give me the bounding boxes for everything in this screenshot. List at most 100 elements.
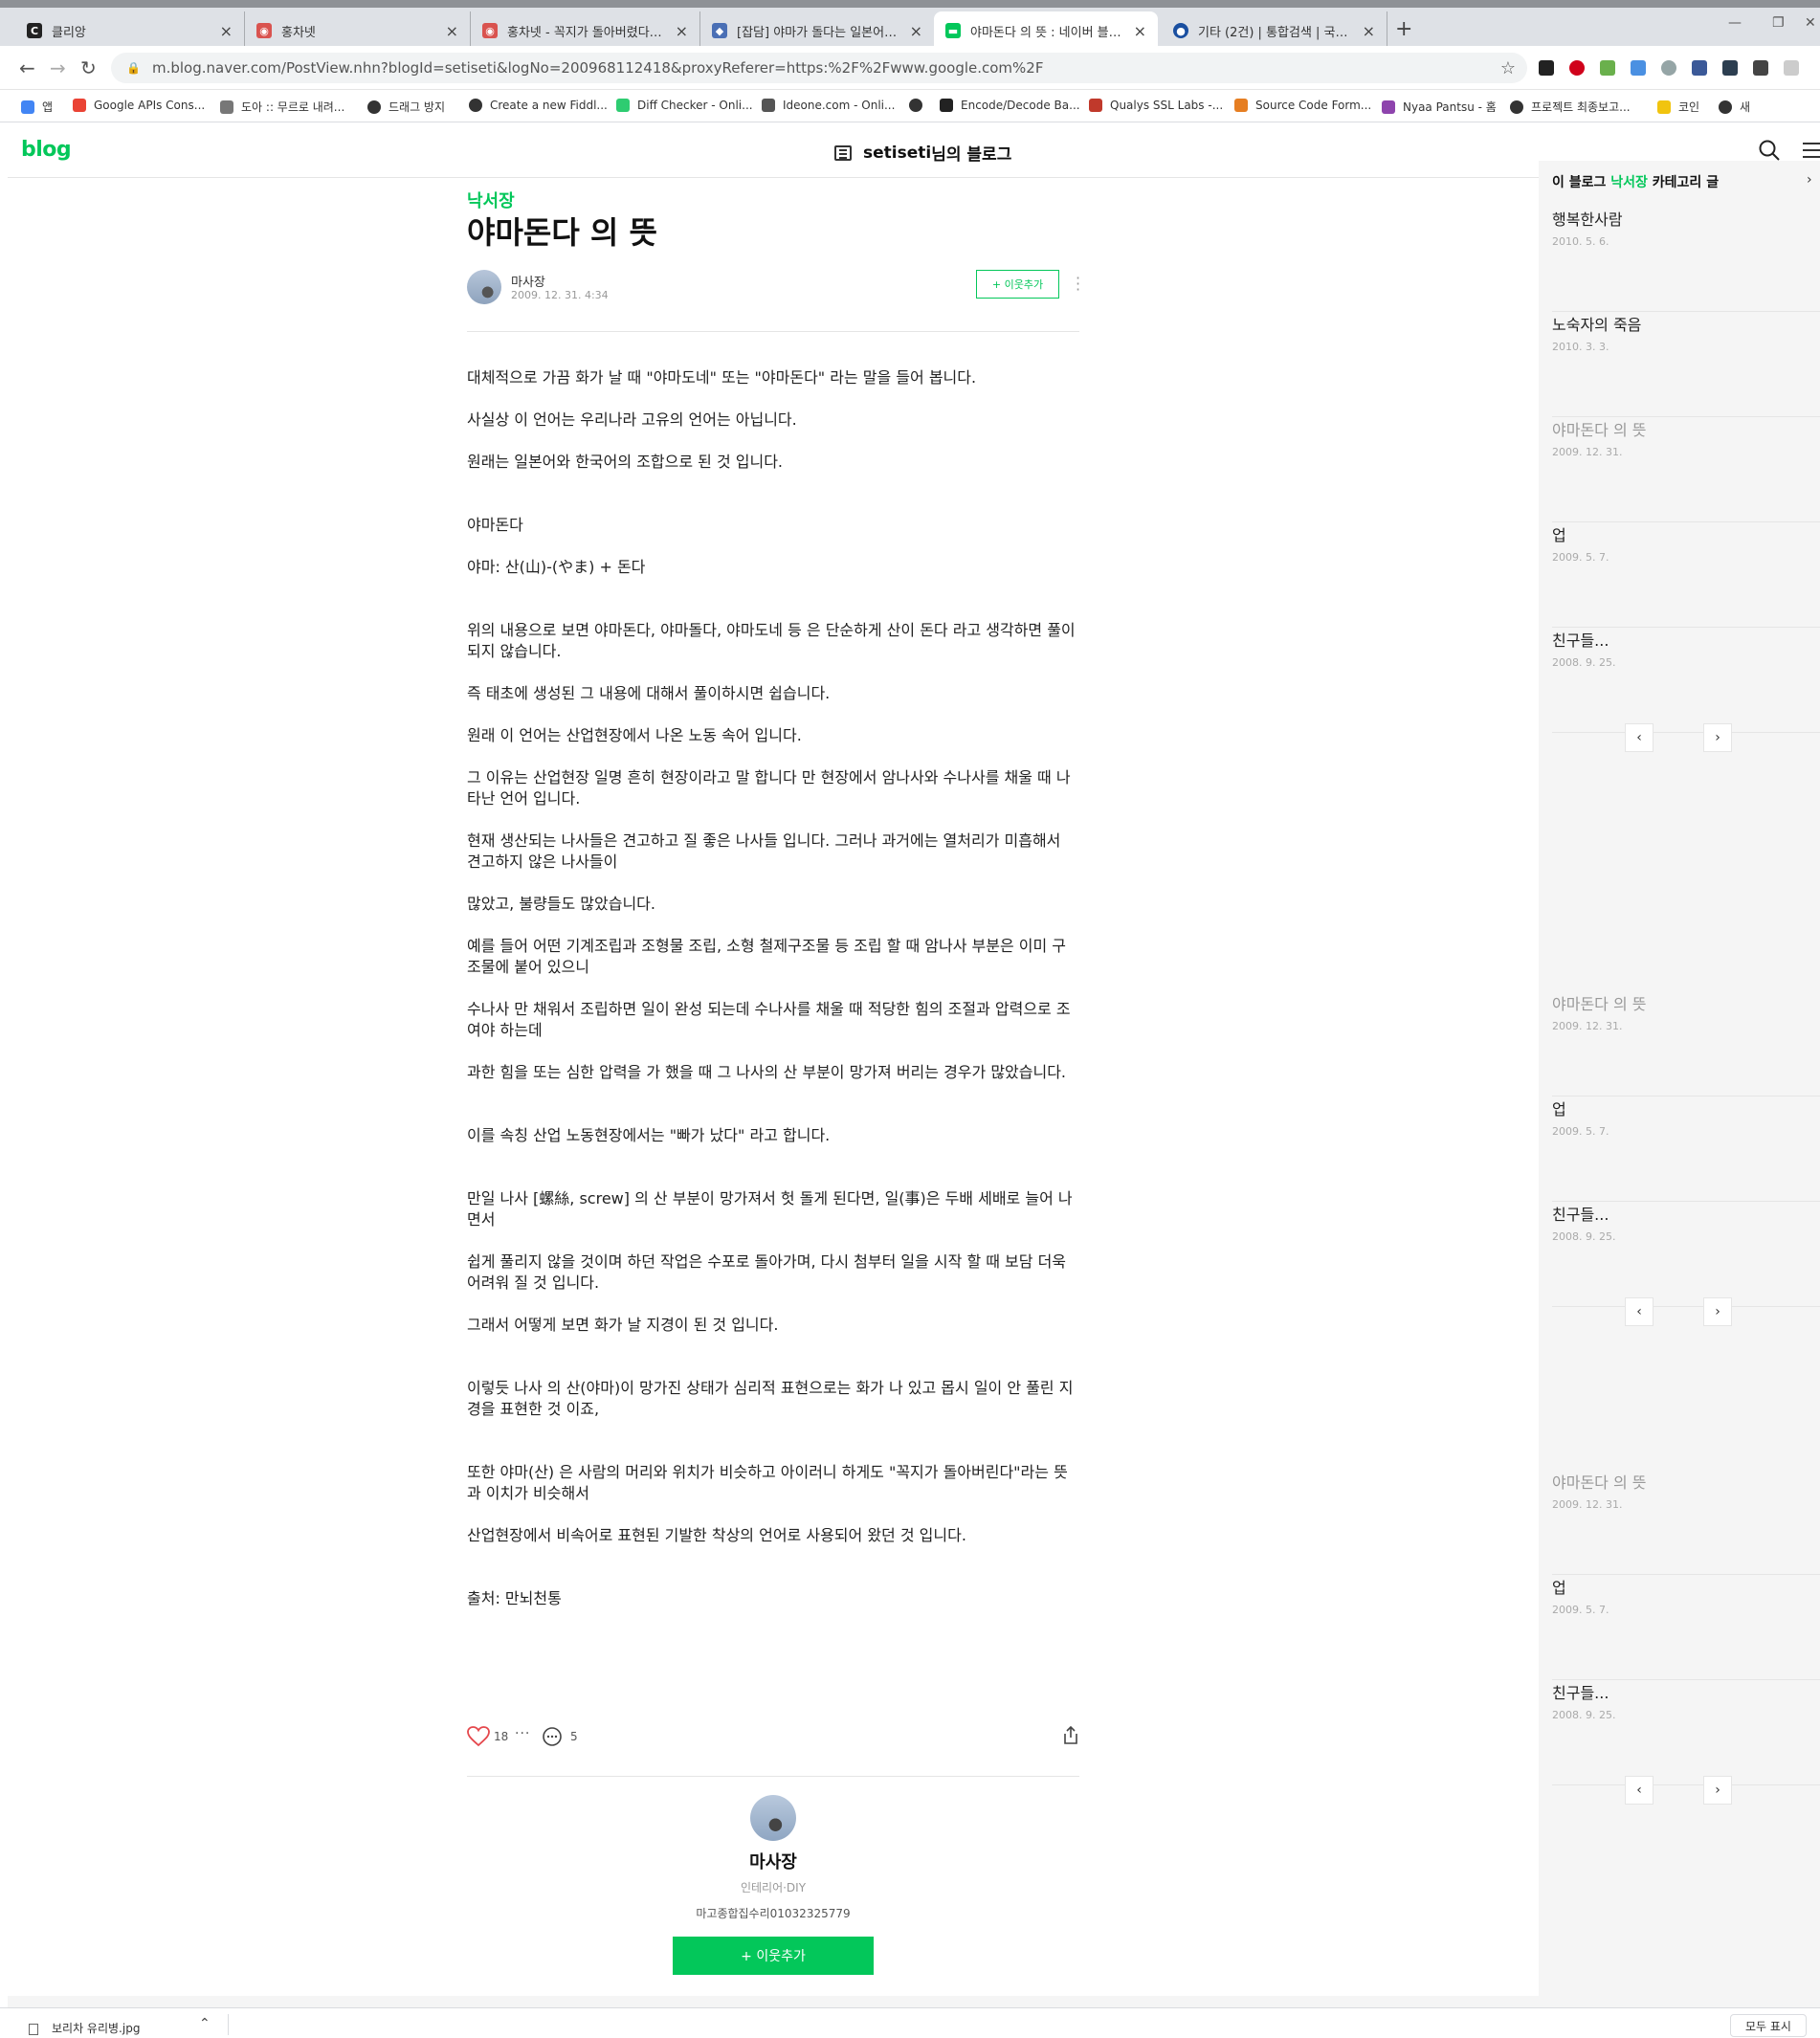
prev-page-button[interactable]: ‹ [1625, 723, 1654, 752]
chevron-up-icon[interactable]: ⌃ [199, 2016, 211, 2031]
sidebar-post-item-current[interactable]: 야마돈다 의 뜻 2009. 12. 31. [1552, 991, 1820, 1097]
bookmark-item[interactable]: 도아 :: 무르로 내려... [220, 99, 344, 115]
forward-icon[interactable]: → [50, 56, 66, 79]
bookmark-item[interactable]: Create a new Fiddl... [469, 99, 608, 112]
close-icon[interactable]: × [1363, 22, 1375, 40]
close-window-button[interactable]: ✕ [1805, 15, 1816, 31]
reload-icon[interactable]: ↻ [80, 56, 97, 79]
sidebar-post-item[interactable]: 친구들... 2008. 9. 25. [1552, 628, 1820, 733]
extension-icon[interactable] [1631, 60, 1646, 76]
sidebar-post-date: 2009. 12. 31. [1552, 446, 1623, 458]
bookmark-item[interactable] [909, 99, 930, 112]
bookmark-item[interactable]: Google APIs Cons... [73, 99, 205, 112]
bookmark-item[interactable]: Nyaa Pantsu - 홈 [1382, 99, 1497, 115]
bookmark-item[interactable]: 프로젝트 최종보고... [1510, 99, 1631, 115]
globe-icon[interactable] [1661, 60, 1676, 76]
new-tab-button[interactable]: + [1395, 17, 1412, 41]
add-neighbor-button[interactable]: + 이웃추가 [673, 1937, 874, 1975]
bookmark-label: Ideone.com - Onli... [783, 99, 896, 112]
close-icon[interactable]: × [446, 22, 458, 40]
next-page-button[interactable]: › [1703, 1776, 1732, 1805]
tab-hongcha[interactable]: ◉ 홍차넷 × [245, 11, 471, 50]
heart-icon[interactable] [467, 1726, 490, 1747]
extension-icon[interactable] [1784, 60, 1799, 76]
sidebar-post-title: 친구들... [1552, 1684, 1609, 1702]
sidebar-post-item[interactable]: 업 2009. 5. 7. [1552, 1575, 1820, 1680]
close-icon[interactable]: × [676, 22, 688, 40]
file-icon [29, 2023, 38, 2035]
restore-button[interactable]: ❐ [1772, 15, 1785, 31]
bookmark-item[interactable]: 드래그 방지 [367, 99, 445, 115]
download-item[interactable]: 보리차 유리병.jpg [29, 2020, 140, 2036]
close-icon[interactable]: × [910, 22, 922, 40]
sidebar-post-item-current[interactable]: 야마돈다 의 뜻 2009. 12. 31. [1552, 417, 1820, 522]
extension-icon[interactable] [1722, 60, 1738, 76]
sidebar-post-item[interactable]: 친구들... 2008. 9. 25. [1552, 1202, 1820, 1307]
bookmark-star-icon[interactable]: ☆ [1500, 58, 1516, 78]
lock-icon[interactable]: 🔒 [126, 61, 141, 75]
minimize-button[interactable]: — [1728, 15, 1742, 31]
extension-icon[interactable] [1539, 60, 1554, 76]
add-neighbor-button[interactable]: + 이웃추가 [976, 270, 1059, 299]
prev-page-button[interactable]: ‹ [1625, 1297, 1654, 1326]
blog-logo[interactable]: blog [21, 138, 72, 162]
tab-clien[interactable]: C 클리앙 × [15, 11, 245, 50]
tab-title: 기타 (2건) | 통합검색 | 국립국어 [1198, 25, 1355, 40]
bookmark-item[interactable]: 새 [1719, 99, 1750, 115]
tab-hongcha-post[interactable]: ◉ 홍차넷 - 꼭지가 돌아버렸다라는 × [471, 11, 700, 50]
menu-icon[interactable] [1803, 143, 1820, 158]
site-icon [1510, 100, 1523, 114]
next-page-button[interactable]: › [1703, 1297, 1732, 1326]
url-text[interactable]: m.blog.naver.com/PostView.nhn?blogId=set… [152, 59, 1044, 77]
sidebar-post-item[interactable]: 업 2009. 5. 7. [1552, 1097, 1820, 1202]
puzzle-icon[interactable] [1753, 60, 1768, 76]
profile-name[interactable]: 마사장 [467, 1849, 1079, 1873]
author-name[interactable]: 마사장 [511, 272, 545, 290]
profile-card: 마사장 인테리어·DIY 마고종합집수리01032325779 + 이웃추가 [467, 1795, 1079, 1975]
comment-icon[interactable] [542, 1726, 563, 1747]
more-options-icon[interactable]: · · · [1076, 271, 1080, 298]
show-all-downloads-button[interactable]: 모두 표시 [1730, 2014, 1807, 2037]
like-more-icon[interactable]: ··· [515, 1726, 530, 1741]
next-page-button[interactable]: › [1703, 723, 1732, 752]
close-icon[interactable]: × [1134, 22, 1146, 40]
prev-page-button[interactable]: ‹ [1625, 1776, 1654, 1805]
chevron-right-icon[interactable]: › [1807, 172, 1812, 188]
sidebar-post-item[interactable]: 친구들... 2008. 9. 25. [1552, 1680, 1820, 1785]
bookmark-folder[interactable]: 코인 [1657, 99, 1699, 115]
profile-description: 마고종합집수리01032325779 [696, 1907, 851, 1920]
search-icon[interactable] [1759, 140, 1780, 161]
sidebar-post-item[interactable]: 행복한사람 2010. 5. 6. [1552, 207, 1820, 312]
bookmark-apps[interactable]: 앱 [21, 99, 53, 115]
address-bar[interactable]: 🔒 m.blog.naver.com/PostView.nhn?blogId=s… [111, 53, 1527, 83]
blog-title[interactable]: setiseti 님의 블로그 [834, 141, 1011, 165]
sidebar-post-item[interactable]: 노숙자의 죽음 2010. 3. 3. [1552, 312, 1820, 417]
adblock-icon[interactable] [1569, 60, 1585, 76]
sidebar-header-prefix: 이 블로그 [1552, 175, 1611, 190]
extension-icon[interactable] [1692, 60, 1707, 76]
bookmark-item[interactable]: Diff Checker - Onli... [616, 99, 753, 112]
tab-title: 홍차넷 [281, 25, 316, 40]
bookmark-item[interactable]: Encode/Decode Ba... [940, 99, 1080, 112]
page-footer-band [8, 1996, 1539, 2007]
bookmark-item[interactable]: Qualys SSL Labs -... [1089, 99, 1223, 112]
back-icon[interactable]: ← [19, 56, 35, 79]
sidebar-header-category[interactable]: 낙서장 [1610, 175, 1648, 190]
tab-korean-dictionary[interactable]: ● 기타 (2건) | 통합검색 | 국립국어 × [1162, 11, 1387, 50]
close-icon[interactable]: × [220, 22, 233, 40]
extension-icon[interactable] [1600, 60, 1615, 76]
avatar[interactable] [750, 1795, 796, 1841]
sidebar-post-title: 야마돈다 의 뜻 [1552, 1473, 1647, 1492]
sidebar-post-date: 2009. 5. 7. [1552, 551, 1609, 564]
tab-naver-blog[interactable]: ▬ 야마돈다 의 뜻 : 네이버 블로그 × [934, 11, 1158, 50]
google-icon [73, 99, 86, 112]
tab-chat[interactable]: ◆ [잡담] 야마가 돌다는 일본어인가 × [700, 11, 934, 50]
bookmark-item[interactable]: Source Code Form... [1234, 99, 1371, 112]
avatar[interactable] [467, 270, 501, 304]
sidebar-post-item-current[interactable]: 야마돈다 의 뜻 2009. 12. 31. [1552, 1470, 1820, 1575]
sidebar-post-item[interactable]: 업 2009. 5. 7. [1552, 522, 1820, 628]
bookmark-item[interactable]: Ideone.com - Onli... [762, 99, 895, 112]
share-icon[interactable] [1062, 1726, 1079, 1745]
sidebar-post-title: 노숙자의 죽음 [1552, 316, 1642, 334]
blog-owner-suffix: 님의 블로그 [931, 145, 1012, 165]
